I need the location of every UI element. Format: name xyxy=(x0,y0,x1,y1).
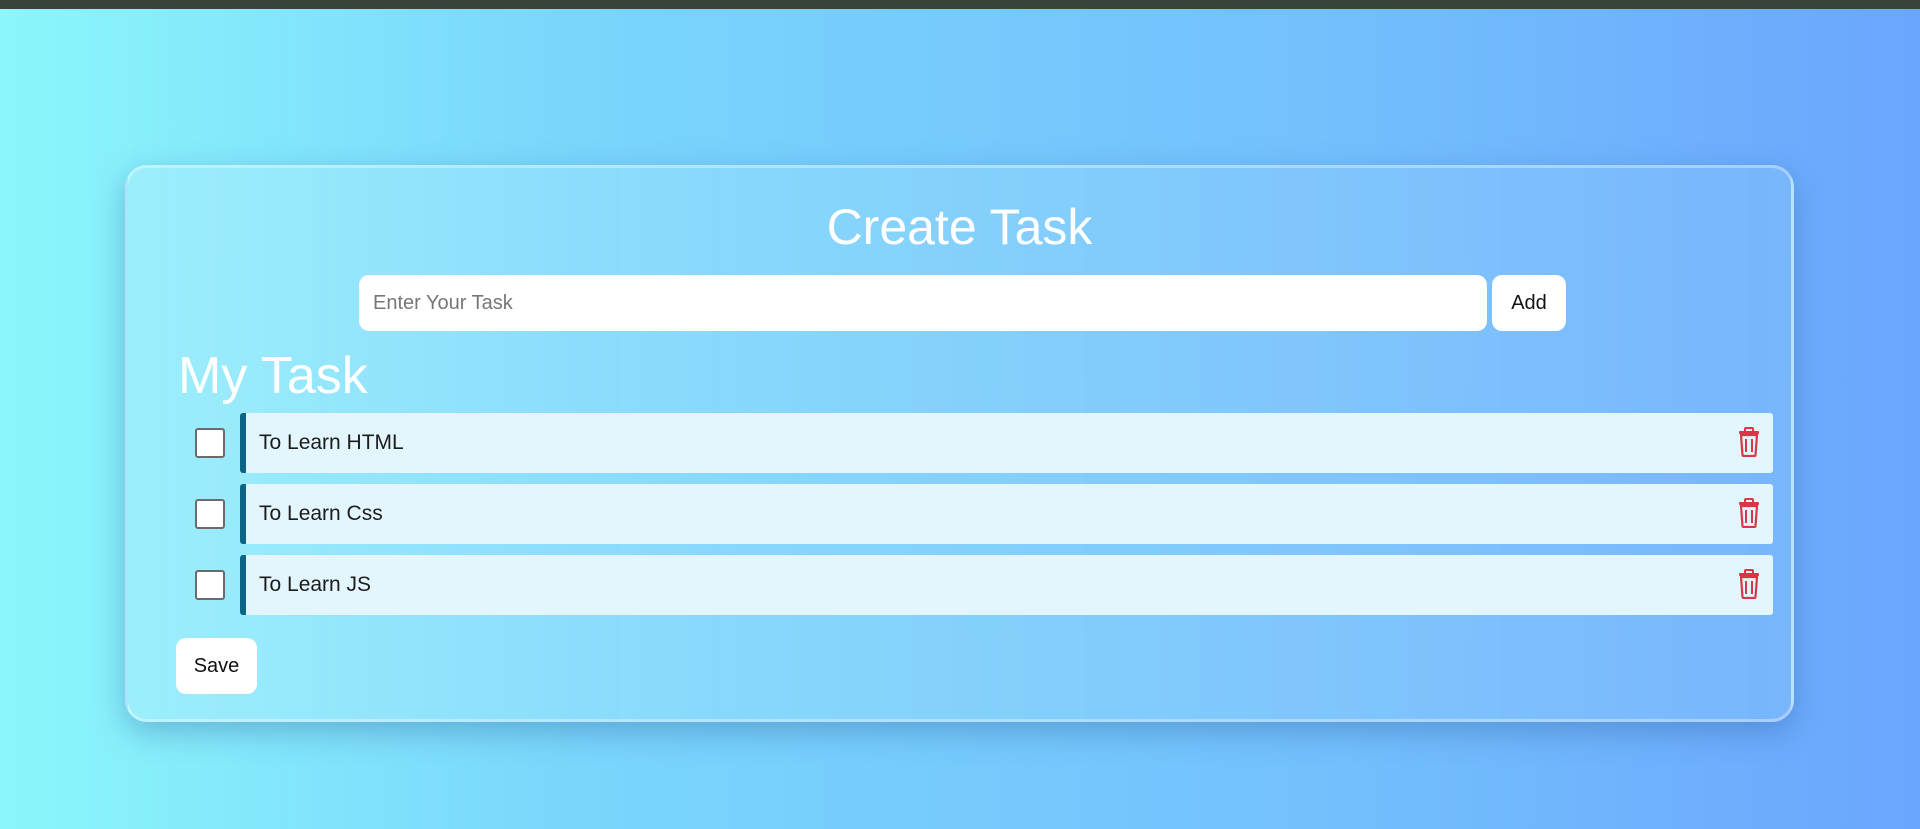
task-item: To Learn Css xyxy=(195,484,1773,544)
task-checkbox[interactable] xyxy=(195,428,225,458)
section-title: My Task xyxy=(178,347,368,405)
trash-icon[interactable] xyxy=(1737,569,1761,600)
task-item-box: To Learn Css xyxy=(240,484,1773,544)
task-item-box: To Learn JS xyxy=(240,555,1773,615)
task-checkbox[interactable] xyxy=(195,570,225,600)
trash-icon[interactable] xyxy=(1737,498,1761,529)
task-input[interactable] xyxy=(359,275,1487,331)
top-bar xyxy=(0,0,1920,9)
trash-icon[interactable] xyxy=(1737,427,1761,458)
task-item: To Learn HTML xyxy=(195,413,1773,473)
task-item-box: To Learn HTML xyxy=(240,413,1773,473)
task-label: To Learn HTML xyxy=(259,431,404,454)
task-label: To Learn Css xyxy=(259,502,383,525)
task-checkbox[interactable] xyxy=(195,499,225,529)
task-item: To Learn JS xyxy=(195,555,1773,615)
page-title: Create Task xyxy=(826,199,1093,255)
add-button[interactable]: Add xyxy=(1492,275,1566,331)
task-label: To Learn JS xyxy=(259,573,372,596)
save-button[interactable]: Save xyxy=(176,638,257,694)
task-card: Create Task Add My Task To Learn HTML To… xyxy=(125,165,1794,722)
